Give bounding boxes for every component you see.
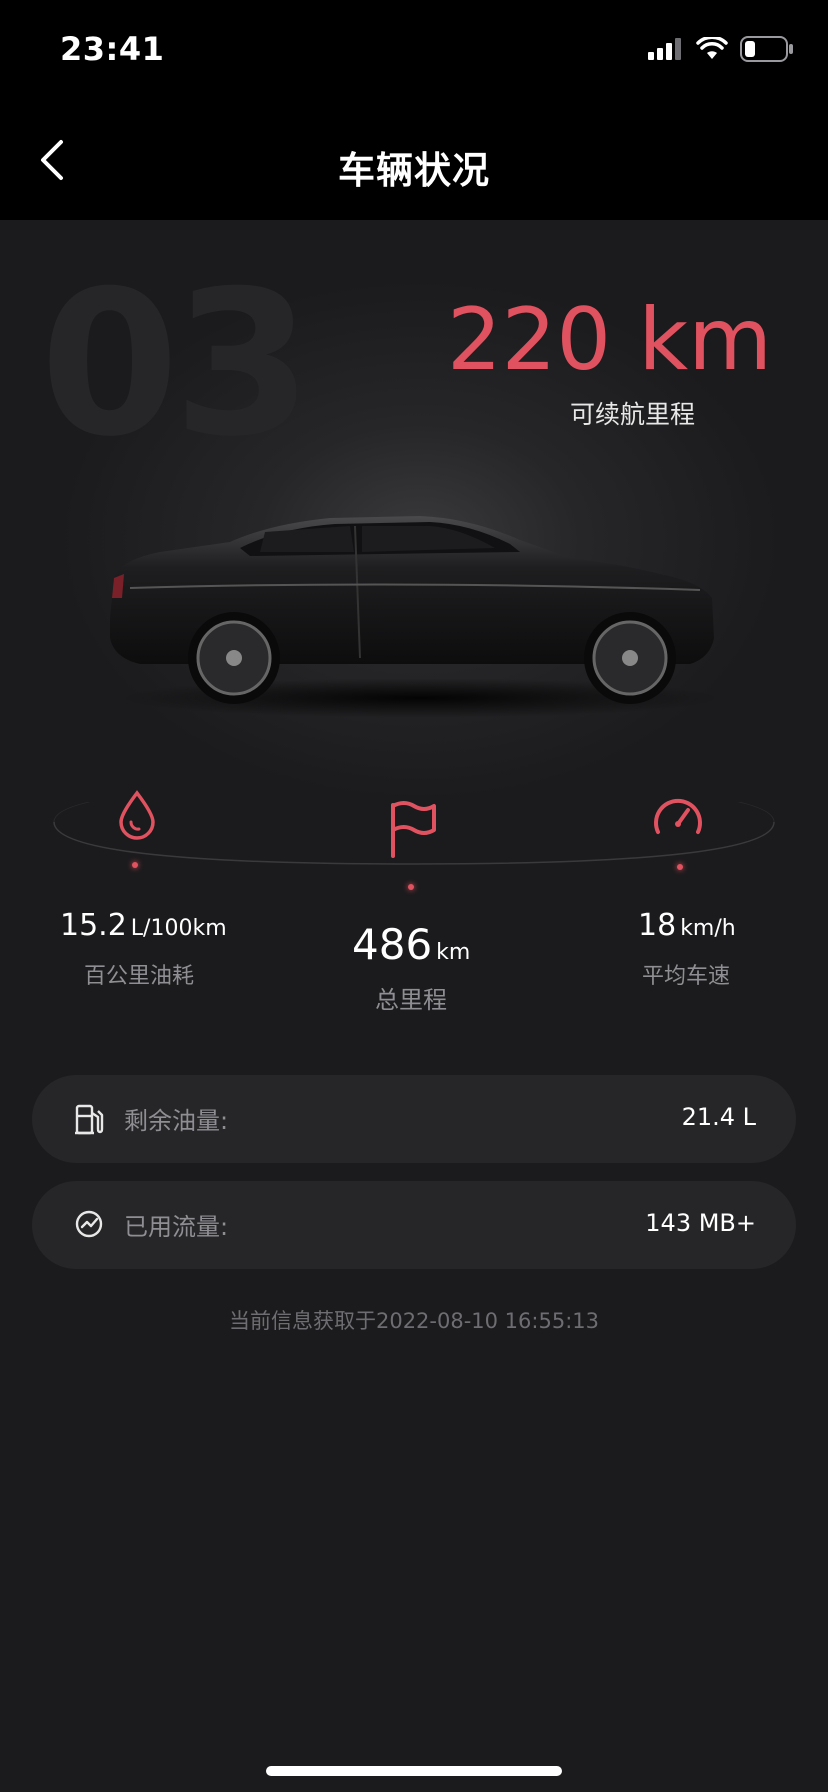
total-mileage-value: 486 km — [352, 920, 471, 969]
battery-icon — [740, 36, 793, 62]
fuel-consumption-value: 15.2 L/100km — [60, 908, 227, 943]
total-mileage-label: 总里程 — [375, 986, 447, 1014]
data-used-label: 已用流量: — [124, 1213, 229, 1241]
wifi-icon — [696, 37, 728, 59]
range-value: 220 km — [446, 290, 772, 390]
cellular-signal-icon — [648, 38, 681, 60]
range-label: 可续航里程 — [569, 400, 695, 429]
fuel-remaining-value: 21.4 L — [681, 1103, 756, 1131]
page-title: 车辆状况 — [338, 149, 490, 192]
fuel-remaining-label: 剩余油量: — [124, 1107, 229, 1135]
data-used-value: 143 MB+ — [645, 1209, 756, 1237]
car-image — [110, 516, 720, 718]
model-watermark: 03 — [40, 248, 312, 481]
average-speed-value: 18 km/h — [638, 908, 736, 943]
speed-gauge-dot — [677, 864, 683, 870]
mileage-gauge-dot — [408, 884, 414, 890]
fuel-gauge-dot — [132, 862, 138, 868]
fuel-remaining-card: 剩余油量: 21.4 L — [32, 1075, 796, 1163]
droplet-icon — [119, 790, 155, 840]
flag-icon — [391, 801, 436, 858]
nav-bar: 车辆状况 — [0, 100, 828, 220]
status-icons — [648, 36, 794, 62]
data-used-card: 已用流量: 143 MB+ — [32, 1181, 796, 1269]
traffic-chart-icon — [75, 1210, 103, 1238]
stats-section: 15.2 L/100km 百公里油耗 486 km 总里程 18 km/h 平均车速 — [0, 780, 828, 1030]
status-bar: 23:41 — [0, 0, 828, 100]
fuel-consumption-label: 百公里油耗 — [84, 964, 195, 989]
speedometer-icon — [654, 798, 702, 834]
status-time: 23:41 — [60, 30, 165, 68]
home-indicator[interactable] — [266, 1766, 562, 1776]
fuel-pump-icon — [75, 1104, 104, 1135]
average-speed-label: 平均车速 — [642, 964, 731, 989]
vehicle-hero: 03 220 km 可续航里程 — [0, 220, 828, 800]
update-timestamp: 当前信息获取于2022-08-10 16:55:13 — [228, 1309, 600, 1333]
